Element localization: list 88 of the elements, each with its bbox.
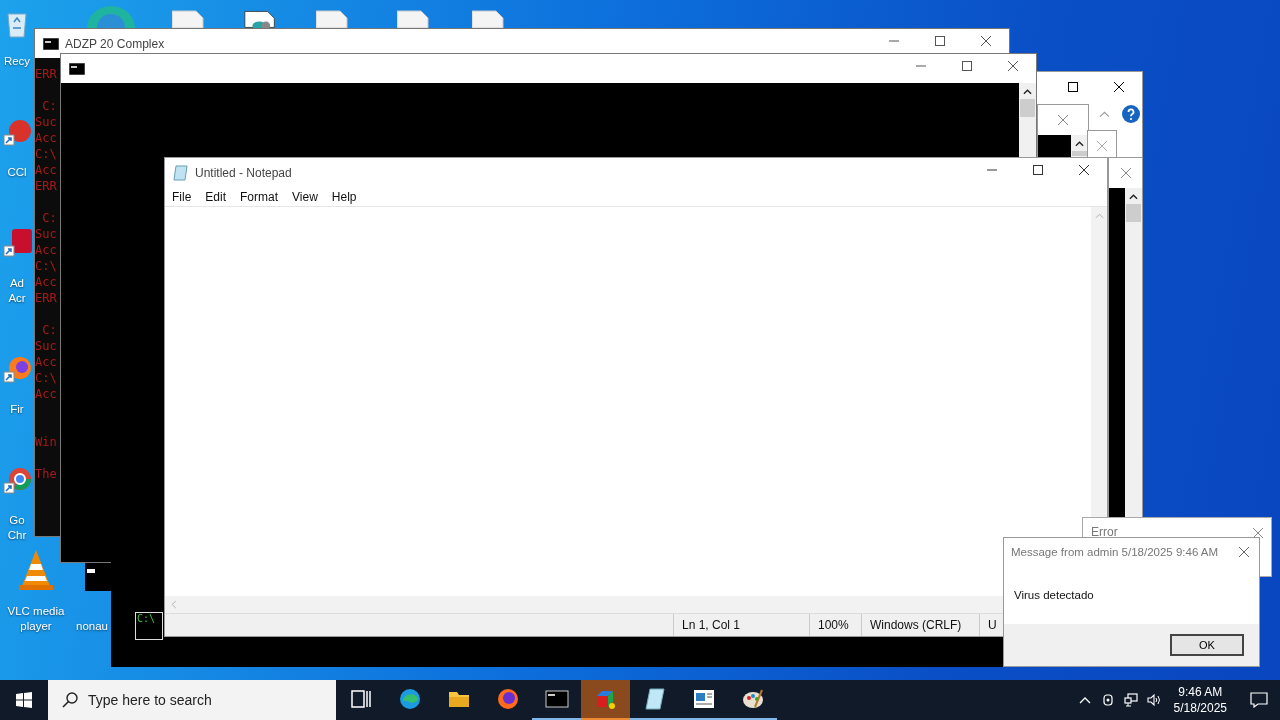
console-text: C:\ — [35, 146, 57, 162]
message-text: Virus detectado — [1014, 589, 1095, 601]
console-icon[interactable] — [544, 687, 569, 711]
console-text: Win — [35, 434, 57, 450]
collapse-icon[interactable] — [1099, 110, 1110, 118]
console-text: Acc — [35, 162, 57, 178]
window-title: Message from admin 5/18/2025 9:46 AM — [1011, 546, 1219, 558]
search-bar[interactable]: Type here to search — [48, 680, 336, 720]
icon-label: Chr — [7, 528, 27, 543]
device-icon[interactable] — [1100, 693, 1115, 707]
shortcut-icon[interactable] — [2, 465, 32, 495]
icon-label: VLC media — [7, 604, 65, 619]
status-text: 100% — [809, 614, 861, 636]
status-text: U — [979, 614, 999, 636]
chevron-up-icon[interactable] — [1023, 89, 1032, 95]
status-text: Windows (CRLF) — [861, 614, 979, 636]
icon-label: player — [20, 619, 52, 634]
speaker-icon[interactable] — [1146, 693, 1161, 707]
console-text: C: — [41, 322, 57, 338]
search-field[interactable]: Type here to search — [88, 692, 328, 708]
window-title: ADZP 20 Complex — [65, 36, 165, 51]
console-text: Acc — [35, 354, 57, 370]
console-text: ERR — [35, 290, 57, 306]
console-text: C:\ — [136, 613, 156, 624]
console-text: C: — [41, 210, 57, 226]
scroll-thumb[interactable] — [1072, 151, 1087, 156]
chevron-up-icon[interactable] — [1075, 141, 1084, 147]
icon-label: nonau — [76, 619, 108, 634]
shortcut-icon[interactable] — [2, 354, 32, 384]
network-icon[interactable] — [1123, 693, 1138, 707]
icon-label: Ad — [9, 276, 25, 291]
icon-label: Go — [9, 513, 25, 528]
close-icon[interactable] — [1079, 165, 1089, 175]
console-text: Acc — [35, 274, 57, 290]
ok-button[interactable]: OK — [1170, 634, 1244, 656]
notification-icon[interactable] — [1250, 692, 1268, 708]
clock-time[interactable]: 9:46 AM — [1178, 684, 1223, 700]
palette-icon[interactable] — [740, 687, 765, 711]
menu-item[interactable]: Help — [324, 189, 364, 204]
help-icon[interactable] — [1122, 105, 1140, 123]
search-icon — [62, 692, 78, 708]
form-icon[interactable] — [691, 687, 716, 711]
menu-item[interactable]: Edit — [198, 189, 234, 204]
notepad-icon[interactable] — [642, 687, 667, 711]
notepad-icon — [173, 164, 189, 181]
console-text: C:\ — [35, 370, 57, 386]
browser-icon[interactable] — [495, 687, 520, 711]
maximize-icon[interactable] — [935, 36, 945, 46]
console-text: C:\ — [35, 258, 57, 274]
icon-label: CCl — [7, 165, 27, 180]
console-text: Acc — [35, 130, 57, 146]
icon-label: Recy — [3, 54, 31, 69]
windows-logo-icon[interactable] — [16, 692, 32, 708]
console-text: Acc — [35, 386, 57, 402]
chevron-up-icon[interactable] — [1129, 194, 1138, 200]
scroll-thumb[interactable] — [1020, 99, 1035, 117]
browser-icon[interactable] — [397, 687, 422, 711]
traffic-cone-icon[interactable] — [16, 548, 56, 592]
document-icon[interactable] — [244, 10, 276, 28]
maximize-icon[interactable] — [962, 61, 972, 71]
console-text: Suc — [35, 114, 57, 130]
maximize-icon[interactable] — [1033, 165, 1043, 175]
task-view-icon[interactable] — [348, 687, 373, 711]
console-text: ERR — [35, 66, 57, 82]
close-icon[interactable] — [981, 36, 991, 46]
shortcut-icon[interactable] — [2, 228, 32, 258]
icon-label: Acr — [8, 291, 26, 306]
console-text: Suc — [35, 226, 57, 242]
window-title: Error — [1091, 525, 1118, 539]
console-icon — [43, 37, 59, 50]
icon-label: Fir — [10, 402, 24, 417]
shortcut-icon[interactable] — [2, 117, 32, 147]
menu-item[interactable]: File — [165, 189, 199, 204]
close-icon[interactable] — [1008, 61, 1018, 71]
console-text: The — [35, 466, 57, 482]
console-icon — [69, 62, 85, 75]
console-text: C: — [41, 98, 57, 114]
console-text: Acc — [35, 242, 57, 258]
clock-date[interactable]: 5/18/2025 — [1173, 700, 1227, 716]
status-text: Ln 1, Col 1 — [673, 614, 809, 636]
scroll-thumb[interactable] — [1126, 204, 1141, 222]
close-icon[interactable] — [1114, 81, 1124, 92]
menu-item[interactable]: View — [285, 189, 325, 204]
window-title: Untitled - Notepad — [195, 165, 292, 180]
console-text: Suc — [35, 338, 57, 354]
maximize-icon[interactable] — [1068, 81, 1078, 92]
console-text: ERR — [35, 178, 57, 194]
menu-item[interactable]: Format — [233, 189, 286, 204]
